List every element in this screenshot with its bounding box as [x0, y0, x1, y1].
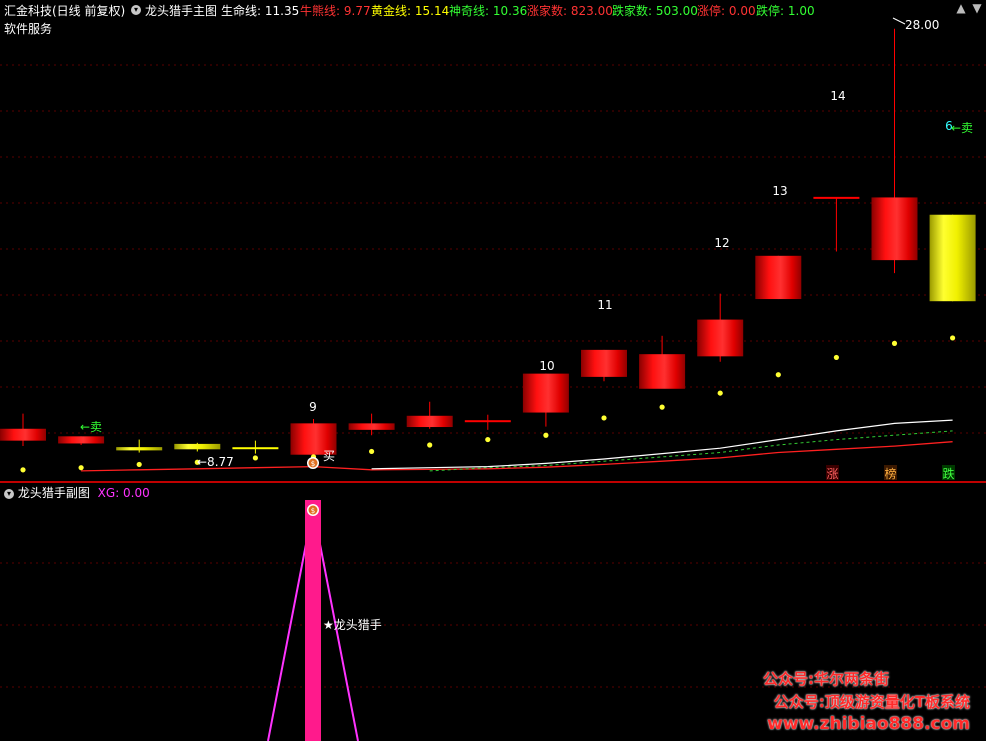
buy-label: 买 [323, 449, 335, 463]
count-13: 13 [772, 184, 787, 198]
badge-die: 跌 [942, 466, 954, 481]
count-10: 10 [539, 359, 554, 373]
sector-label: 软件服务 [4, 22, 53, 36]
scroll-up-button[interactable]: ▲ [955, 2, 967, 14]
candle-body [522, 373, 569, 413]
candle-body [58, 436, 105, 444]
candle-body [929, 214, 976, 302]
stock-name[interactable]: 汇金科技(日线 前复权) [4, 2, 125, 19]
candle-body [406, 415, 453, 428]
candle [0, 413, 46, 447]
candle-body [813, 196, 860, 199]
candle [581, 349, 627, 382]
candle-body [581, 349, 627, 377]
yellow-dot [775, 372, 781, 378]
candle [522, 373, 569, 427]
watermark-line-3: www.zhibiao888.com [767, 714, 970, 734]
svg-text:$: $ [311, 460, 315, 468]
candle [406, 401, 453, 429]
sell-label-1: ←卖 [80, 420, 102, 434]
yellow-dot [833, 354, 840, 361]
header-line-zhangjiashu: 涨家数: 823.00 [527, 4, 613, 18]
candle [174, 442, 221, 452]
low-price-label: ←8.77 [197, 455, 234, 469]
yellow-dot [252, 455, 258, 461]
candle [929, 214, 976, 302]
main-grid [0, 64, 986, 434]
candle-body [232, 447, 279, 450]
count-11: 11 [597, 298, 612, 312]
yellow-dot [136, 461, 142, 468]
candle [813, 196, 860, 252]
candle-body [871, 197, 918, 261]
badge-bang: 榜 [884, 466, 896, 481]
candle-body [0, 428, 46, 441]
header-line-zhangting: 涨停: 0.00 [697, 4, 756, 18]
count-14: 14 [830, 89, 845, 103]
sub-header: ▾ 龙头猎手副图 XG: 0.00 [4, 484, 150, 501]
candle [697, 293, 744, 362]
yellow-dots [20, 335, 956, 473]
yellow-dot [891, 340, 898, 346]
svg-text:$: $ [311, 507, 315, 515]
header-line-niuxiong: 牛熊线: 9.77 [300, 4, 371, 18]
signal-bar [305, 511, 321, 741]
count-12: 12 [714, 236, 729, 250]
yellow-dot [485, 436, 491, 443]
yellow-dot [717, 390, 723, 396]
xg-value: XG: 0.00 [97, 486, 150, 500]
candle [232, 440, 279, 454]
yellow-dot [601, 415, 607, 421]
candle-body [348, 423, 395, 430]
candle [116, 439, 163, 453]
header-line-shengming: 生命线: 11.35 [221, 4, 300, 18]
main-header: 汇金科技(日线 前复权) ▾ 龙头猎手主图 生命线: 11.35 牛熊线: 9.… [0, 0, 986, 18]
candle-body [697, 319, 744, 357]
candle [639, 335, 686, 389]
yellow-dot [20, 467, 26, 473]
candle-body [464, 420, 511, 423]
count-9: 9 [309, 400, 317, 414]
candles [0, 28, 976, 455]
header-line-diejiashu: 跌家数: 503.00 [612, 4, 698, 18]
sub-title[interactable]: 龙头猎手副图 [18, 486, 90, 500]
header-line-huangjin: 黄金线: 15.14 [371, 4, 450, 18]
candle [58, 436, 105, 445]
yellow-dot [369, 448, 375, 455]
header-line-dieting: 跌停: 1.00 [756, 4, 815, 18]
chevron-down-icon[interactable]: ▾ [131, 4, 141, 15]
watermark-line-2: 公众号:顶级游资量化T板系统 [773, 693, 970, 711]
yellow-dot [427, 442, 433, 448]
indicator-name[interactable]: 龙头猎手主图 [145, 2, 217, 19]
candle-body [639, 354, 686, 389]
money-bag-top-icon: $ [305, 500, 321, 518]
hunter-label: ★龙头猎手 [323, 618, 382, 632]
main-chart[interactable]: ←卖 ←8.77 买 9 10 11 12 13 14 6 ←卖 28.00 $… [0, 0, 986, 483]
yellow-dot [78, 465, 84, 471]
yellow-dot [659, 404, 665, 410]
watermark-line-1: 公众号:华尔两条街 [763, 670, 889, 688]
high-price-pointer [892, 17, 906, 25]
candle [464, 414, 511, 430]
money-bag-icon: $ [307, 457, 319, 469]
high-price-label: 28.00 [905, 18, 939, 32]
candle [348, 413, 395, 436]
chevron-down-icon[interactable]: ▾ [4, 488, 14, 499]
header-line-shenqi: 神奇线: 10.36 [449, 4, 528, 18]
candle-body [174, 443, 221, 450]
candle-body [755, 255, 802, 300]
scroll-down-button[interactable]: ▼ [971, 2, 983, 14]
yellow-dot [543, 432, 549, 438]
candle [755, 255, 802, 300]
candle [871, 28, 918, 274]
candle-body [116, 447, 163, 451]
yellow-dot [950, 335, 956, 341]
badge-zhang: 涨 [826, 466, 838, 481]
sell-label-2: ←卖 [951, 121, 973, 135]
indicator-toggle[interactable]: ▾ [131, 2, 141, 16]
